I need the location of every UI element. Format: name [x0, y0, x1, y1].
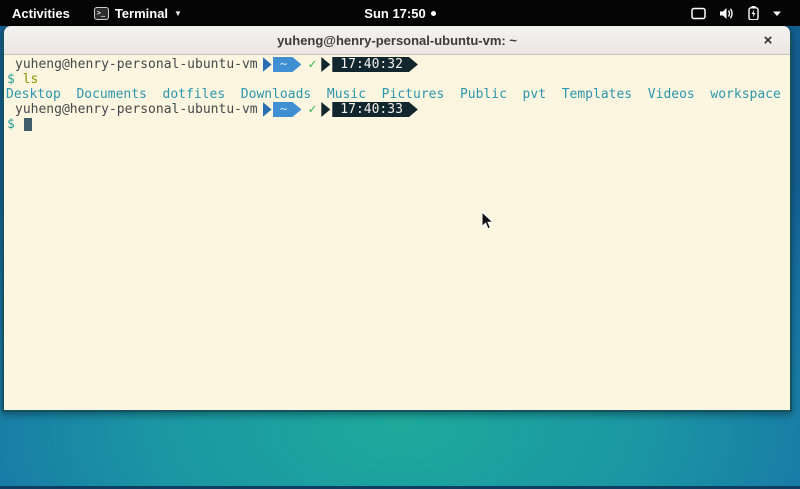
- status-check-icon: ✓: [308, 102, 316, 117]
- prompt-time-segment: 17:40:33: [332, 102, 418, 117]
- volume-icon: [719, 7, 735, 20]
- system-status-menu[interactable]: [691, 0, 800, 26]
- terminal-content[interactable]: yuheng@henry-personal-ubuntu-vm ~ ✓ 17:4…: [4, 55, 790, 410]
- command-line: $ ls: [4, 72, 790, 87]
- close-button[interactable]: ×: [756, 28, 780, 52]
- terminal-icon: >_: [94, 7, 109, 20]
- prompt-path-segment: ~: [273, 57, 302, 72]
- prompt-user: yuheng@henry-personal-ubuntu-vm: [4, 102, 258, 117]
- powerline-arrow-icon: [263, 102, 272, 117]
- terminal-window: yuheng@henry-personal-ubuntu-vm: ~ × yuh…: [2, 26, 792, 412]
- command-text: ls: [23, 72, 39, 87]
- battery-charging-icon: [748, 6, 759, 20]
- top-bar: Activities >_ Terminal ▼ Sun 17:50: [0, 0, 800, 26]
- window-title: yuheng@henry-personal-ubuntu-vm: ~: [277, 33, 517, 48]
- chevron-down-icon: ▼: [174, 9, 182, 18]
- app-menu-label: Terminal: [115, 6, 168, 21]
- ls-output: Desktop Documents dotfiles Downloads Mus…: [4, 87, 790, 102]
- status-check-icon: ✓: [308, 57, 316, 72]
- powerline-arrow-icon: [321, 102, 330, 117]
- powerline-arrow-icon: [263, 57, 272, 72]
- prompt-line-1: yuheng@henry-personal-ubuntu-vm ~ ✓ 17:4…: [4, 57, 790, 72]
- prompt-line-2: yuheng@henry-personal-ubuntu-vm ~ ✓ 17:4…: [4, 102, 790, 117]
- text-cursor: [24, 118, 32, 131]
- current-input-line[interactable]: $: [4, 117, 790, 132]
- powerline-segments: ~ ✓ 17:40:33: [258, 102, 418, 117]
- activities-label: Activities: [12, 6, 70, 21]
- chevron-down-icon: [772, 10, 782, 17]
- notification-dot-icon: [431, 11, 436, 16]
- prompt-time-segment: 17:40:32: [332, 57, 418, 72]
- powerline-segments: ~ ✓ 17:40:32: [258, 57, 418, 72]
- window-titlebar[interactable]: yuheng@henry-personal-ubuntu-vm: ~ ×: [4, 26, 790, 55]
- app-menu-terminal[interactable]: >_ Terminal ▼: [84, 0, 192, 26]
- activities-button[interactable]: Activities: [0, 0, 84, 26]
- prompt-symbol: $: [7, 72, 15, 87]
- prompt-user: yuheng@henry-personal-ubuntu-vm: [4, 57, 258, 72]
- powerline-arrow-icon: [321, 57, 330, 72]
- prompt-path-segment: ~: [273, 102, 302, 117]
- screen-icon: [691, 7, 706, 20]
- prompt-symbol: $: [7, 117, 15, 132]
- clock-button[interactable]: Sun 17:50: [364, 6, 425, 21]
